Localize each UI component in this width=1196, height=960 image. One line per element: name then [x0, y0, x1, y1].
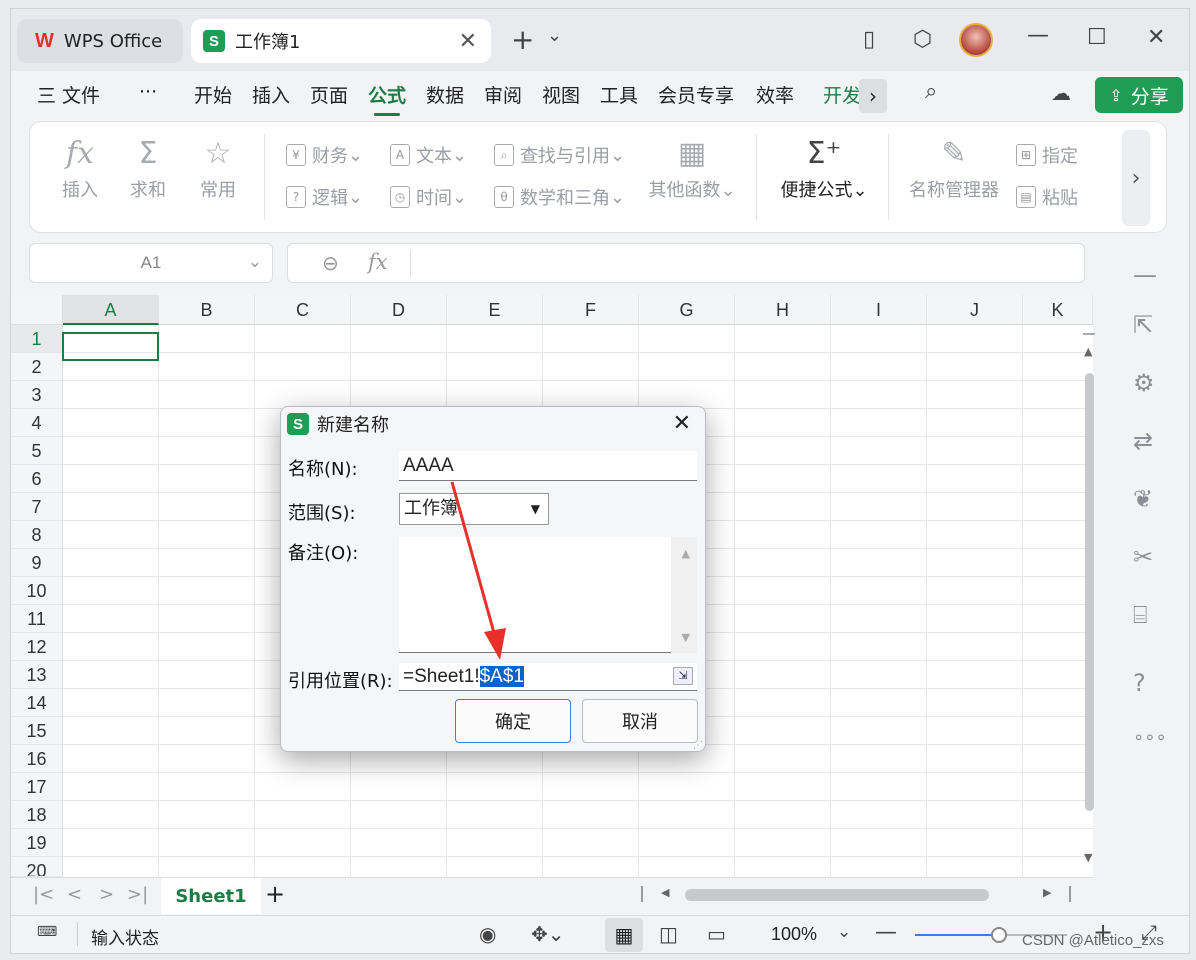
annotation-arrow-line — [450, 481, 498, 641]
annotation-arrow-head — [484, 628, 506, 660]
watermark: CSDN @Atletico_zxs — [1022, 932, 1164, 949]
annotation-arrow — [450, 481, 506, 660]
